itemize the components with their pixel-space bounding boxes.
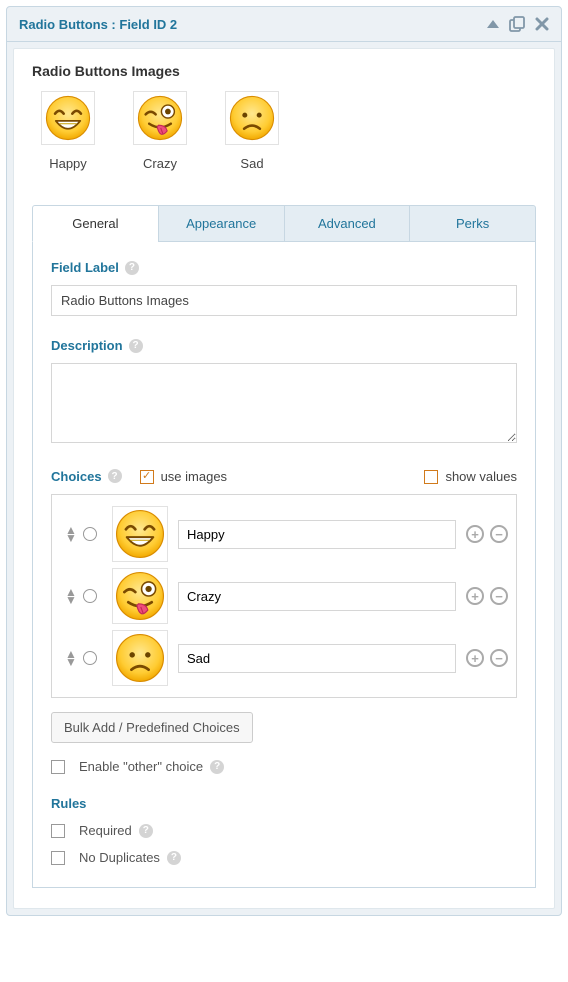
panel-actions: [487, 16, 549, 32]
choices-header: Choices ? ✓use images show values: [51, 468, 517, 484]
preview-row: Happy Crazy Sad: [41, 91, 536, 171]
default-radio[interactable]: [83, 589, 97, 603]
choice-label-input[interactable]: [178, 582, 456, 611]
preview-item-crazy[interactable]: Crazy: [133, 91, 187, 171]
sad-emoji-icon: [115, 633, 165, 683]
add-choice-icon[interactable]: +: [466, 649, 484, 667]
remove-choice-icon[interactable]: −: [490, 525, 508, 543]
crazy-emoji-icon: [115, 571, 165, 621]
field-panel: Radio Buttons : Field ID 2 Radio Buttons…: [6, 6, 562, 916]
default-radio[interactable]: [83, 651, 97, 665]
duplicate-icon[interactable]: [509, 16, 525, 32]
tab-content-general: Field Label ? Description ? Choices ?: [32, 242, 536, 888]
choices-box: ▲▼ + − ▲▼: [51, 494, 517, 698]
panel-body: Radio Buttons Images Happy Crazy Sad Gen…: [13, 48, 555, 909]
panel-title: Radio Buttons : Field ID 2: [19, 17, 177, 32]
enable-other-checkbox[interactable]: Enable "other" choice ?: [51, 759, 517, 774]
tab-general[interactable]: General: [32, 205, 159, 242]
remove-choice-icon[interactable]: −: [490, 649, 508, 667]
field-name: Radio Buttons Images: [32, 63, 536, 79]
description-heading: Description ?: [51, 338, 517, 353]
sad-emoji-icon: [229, 95, 275, 141]
crazy-emoji-icon: [137, 95, 183, 141]
happy-emoji-icon: [45, 95, 91, 141]
add-choice-icon[interactable]: +: [466, 587, 484, 605]
happy-emoji-icon: [115, 509, 165, 559]
choice-image[interactable]: [112, 568, 168, 624]
panel-header: Radio Buttons : Field ID 2: [7, 7, 561, 42]
rules-heading: Rules: [51, 796, 517, 811]
preview-label: Crazy: [133, 156, 187, 171]
description-textarea[interactable]: [51, 363, 517, 443]
default-radio[interactable]: [83, 527, 97, 541]
field-label-input[interactable]: [51, 285, 517, 316]
show-values-checkbox[interactable]: show values: [424, 468, 517, 484]
no-duplicates-checkbox[interactable]: No Duplicates ?: [51, 850, 517, 865]
help-icon[interactable]: ?: [108, 469, 122, 483]
required-checkbox[interactable]: Required ?: [51, 823, 517, 838]
use-images-checkbox[interactable]: ✓use images: [140, 468, 227, 484]
help-icon[interactable]: ?: [167, 851, 181, 865]
choice-image[interactable]: [112, 630, 168, 686]
choice-label-input[interactable]: [178, 644, 456, 673]
tab-perks[interactable]: Perks: [409, 205, 536, 242]
tab-advanced[interactable]: Advanced: [284, 205, 411, 242]
choice-label-input[interactable]: [178, 520, 456, 549]
help-icon[interactable]: ?: [129, 339, 143, 353]
preview-item-sad[interactable]: Sad: [225, 91, 279, 171]
bulk-add-button[interactable]: Bulk Add / Predefined Choices: [51, 712, 253, 743]
tab-appearance[interactable]: Appearance: [158, 205, 285, 242]
field-label-heading: Field Label ?: [51, 260, 517, 275]
preview-label: Sad: [225, 156, 279, 171]
sort-handle-icon[interactable]: ▲▼: [65, 650, 77, 666]
choice-row: ▲▼ + −: [60, 627, 508, 689]
choice-row: ▲▼ + −: [60, 503, 508, 565]
collapse-icon[interactable]: [487, 20, 499, 28]
help-icon[interactable]: ?: [139, 824, 153, 838]
preview-item-happy[interactable]: Happy: [41, 91, 95, 171]
sort-handle-icon[interactable]: ▲▼: [65, 588, 77, 604]
sort-handle-icon[interactable]: ▲▼: [65, 526, 77, 542]
remove-choice-icon[interactable]: −: [490, 587, 508, 605]
help-icon[interactable]: ?: [125, 261, 139, 275]
choice-image[interactable]: [112, 506, 168, 562]
preview-label: Happy: [41, 156, 95, 171]
help-icon[interactable]: ?: [210, 760, 224, 774]
close-icon[interactable]: [535, 17, 549, 31]
add-choice-icon[interactable]: +: [466, 525, 484, 543]
choice-row: ▲▼ + −: [60, 565, 508, 627]
tabs: General Appearance Advanced Perks: [32, 205, 536, 242]
